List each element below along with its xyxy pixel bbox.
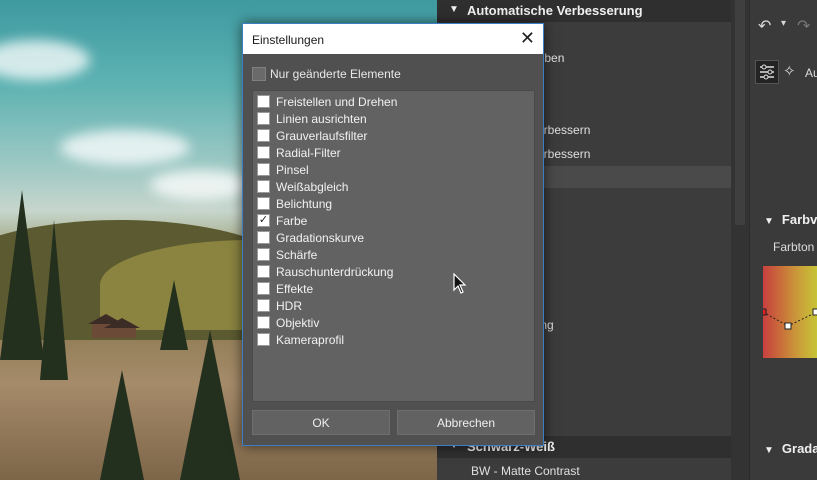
cloud xyxy=(60,130,190,165)
checkbox[interactable] xyxy=(257,333,270,346)
section-arrow-icon: ▼ xyxy=(449,4,459,15)
checkbox[interactable] xyxy=(257,299,270,312)
list-item[interactable]: Belichtung xyxy=(257,195,332,212)
only-changed-checkbox[interactable]: Nur geänderte Elemente xyxy=(252,67,401,81)
sliders-tool-button[interactable] xyxy=(755,60,779,84)
list-item-label: Freistellen und Drehen xyxy=(276,94,398,109)
hue-curve xyxy=(759,308,817,330)
checkbox[interactable] xyxy=(257,180,270,193)
dialog-titlebar: Einstellungen ✕ xyxy=(243,24,543,54)
list-item-label: Pinsel xyxy=(276,162,309,177)
checkbox[interactable] xyxy=(252,67,266,81)
list-item-label: Kameraprofil xyxy=(276,332,345,347)
list-item[interactable]: Pinsel xyxy=(257,161,309,178)
list-item-label: Gradationskurve xyxy=(276,230,365,245)
section-color[interactable]: ▼ Farbve xyxy=(764,212,817,227)
house xyxy=(110,328,136,338)
list-item-label: Weißabgleich xyxy=(276,179,349,194)
cloud xyxy=(150,170,250,200)
list-item[interactable]: Weißabgleich xyxy=(257,178,348,195)
list-item[interactable]: Linien ausrichten xyxy=(257,110,367,127)
list-item[interactable]: ✓ Farbe xyxy=(257,212,307,229)
cancel-button[interactable]: Abbrechen xyxy=(397,410,535,435)
chevron-down-icon[interactable]: ▾ xyxy=(781,18,786,29)
list-item-label: Effekte xyxy=(276,281,314,296)
section-title: Farbve xyxy=(781,212,817,227)
checkbox[interactable] xyxy=(257,112,270,125)
ok-button[interactable]: OK xyxy=(252,410,390,435)
scrollbar-thumb[interactable] xyxy=(735,0,745,225)
tree xyxy=(100,370,144,480)
list-item-label: Linien ausrichten xyxy=(276,111,367,126)
list-item-label: Grauverlaufsfilter xyxy=(276,128,368,143)
list-item[interactable]: Schärfe xyxy=(257,246,317,263)
checkbox-label: Nur geänderte Elemente xyxy=(270,67,401,81)
settings-dialog: Einstellungen ✕ Nur geänderte Elemente F… xyxy=(242,23,544,446)
checkbox[interactable] xyxy=(257,129,270,142)
preset-item[interactable]: BW - Matte Contrast xyxy=(471,464,580,478)
tree xyxy=(0,190,44,360)
section-title: Automatische Verbesserung xyxy=(467,3,643,18)
list-item-label: Farbe xyxy=(276,213,308,228)
tree xyxy=(40,220,68,380)
checkbox[interactable] xyxy=(257,282,270,295)
list-item-label: Objektiv xyxy=(276,315,320,330)
elements-list[interactable]: Freistellen und Drehen Linien ausrichten G… xyxy=(252,90,535,402)
section-arrow-icon: ▼ xyxy=(764,445,774,456)
sliders-icon xyxy=(760,64,774,80)
section-arrow-icon: ▼ xyxy=(764,216,774,227)
list-item[interactable]: Kameraprofil xyxy=(257,331,344,348)
close-icon[interactable]: ✕ xyxy=(520,29,535,47)
hue-label: Farbton xyxy=(773,240,815,254)
list-item[interactable]: HDR xyxy=(257,297,302,314)
list-item[interactable]: Objektiv xyxy=(257,314,319,331)
tree xyxy=(180,330,240,480)
checkbox[interactable] xyxy=(257,316,270,329)
list-item[interactable]: Gradationskurve xyxy=(257,229,364,246)
list-item[interactable]: Grauverlaufsfilter xyxy=(257,127,367,144)
list-item[interactable]: Radial-Filter xyxy=(257,144,341,161)
checkmark-icon[interactable]: ✓ xyxy=(257,214,270,227)
checkbox[interactable] xyxy=(257,95,270,108)
checkbox[interactable] xyxy=(257,146,270,159)
section-auto-enhance[interactable]: ▼ Automatische Verbesserung xyxy=(437,0,731,22)
checkbox[interactable] xyxy=(257,248,270,261)
section-title: Grada xyxy=(781,441,817,456)
list-item[interactable]: Rauschunterdrückung xyxy=(257,263,393,280)
mouse-cursor-icon xyxy=(453,273,467,294)
scrollbar[interactable] xyxy=(731,0,749,480)
tool-label[interactable]: Au xyxy=(805,66,817,80)
undo-icon[interactable]: ↶ xyxy=(758,16,771,36)
list-item-label: Schärfe xyxy=(276,247,318,262)
magic-wand-icon[interactable]: ✧ xyxy=(783,62,796,80)
hue-curve-editor[interactable] xyxy=(759,266,817,358)
cloud xyxy=(0,40,90,80)
list-item[interactable]: Freistellen und Drehen xyxy=(257,93,397,110)
checkbox[interactable] xyxy=(257,197,270,210)
section-curve[interactable]: ▼ Grada xyxy=(764,441,817,456)
list-item-label: Rauschunterdrückung xyxy=(276,264,394,279)
list-item-label: HDR xyxy=(276,298,302,313)
list-item-label: Belichtung xyxy=(276,196,333,211)
list-item-label: Radial-Filter xyxy=(276,145,341,160)
redo-icon[interactable]: ↷ xyxy=(797,16,810,36)
checkbox[interactable] xyxy=(257,231,270,244)
list-item[interactable]: Effekte xyxy=(257,280,313,297)
house-roof xyxy=(104,318,140,328)
checkbox[interactable] xyxy=(257,265,270,278)
checkbox[interactable] xyxy=(257,163,270,176)
dialog-title: Einstellungen xyxy=(252,33,325,47)
